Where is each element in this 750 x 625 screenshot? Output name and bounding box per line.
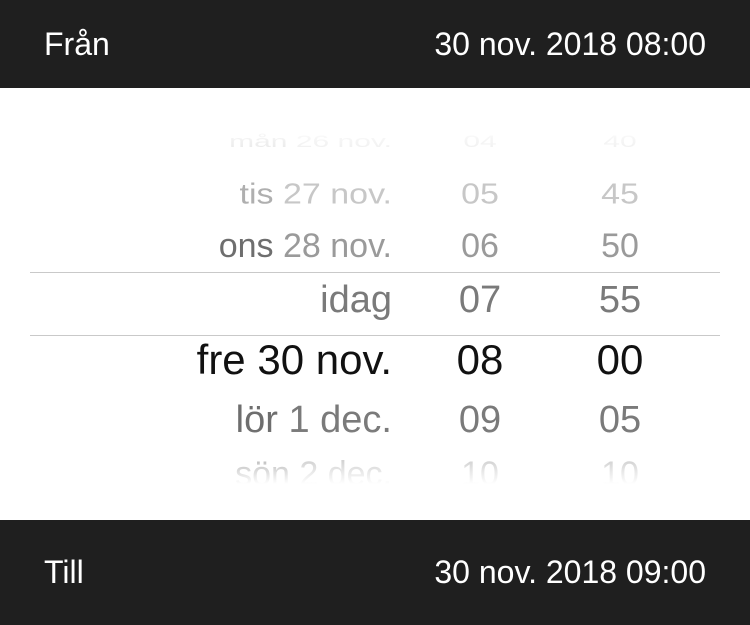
from-bar[interactable]: Från 30 nov. 2018 08:00 <box>0 0 750 88</box>
till-value: 30 nov. 2018 09:00 <box>434 554 706 591</box>
till-bar[interactable]: Till 30 nov. 2018 09:00 <box>0 520 750 625</box>
till-label: Till <box>44 554 84 591</box>
from-label: Från <box>44 26 110 63</box>
from-value: 30 nov. 2018 08:00 <box>434 26 706 63</box>
date-wheel[interactable]: mån 26 nov. tis 27 nov. ons 28 nov. idag… <box>30 88 410 520</box>
minute-wheel[interactable]: 40 45 50 55 00 05 10 15 <box>550 88 690 520</box>
datetime-picker: mån 26 nov. tis 27 nov. ons 28 nov. idag… <box>0 88 750 520</box>
hour-wheel[interactable]: 04 05 06 07 08 09 10 11 <box>410 88 550 520</box>
picker-wheels: mån 26 nov. tis 27 nov. ons 28 nov. idag… <box>0 88 750 520</box>
